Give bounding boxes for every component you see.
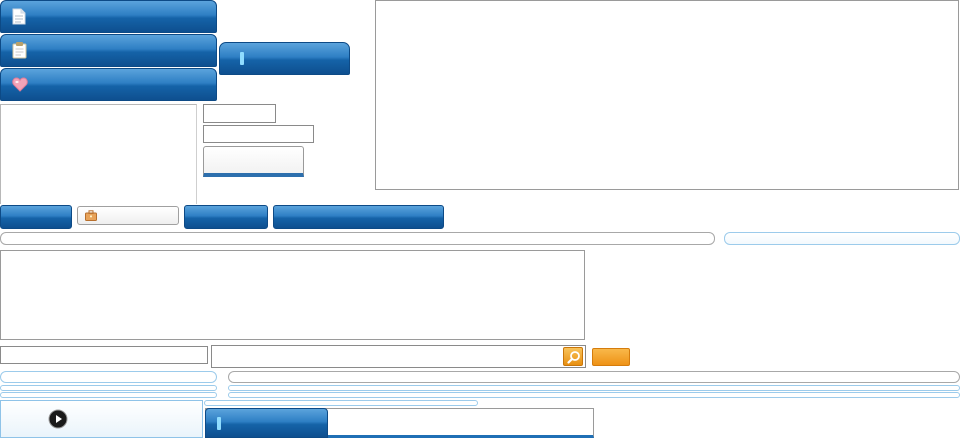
briefcase-icon [85, 210, 97, 224]
small-text-field[interactable] [203, 104, 276, 123]
long-bar [0, 232, 715, 245]
clipboard-icon [12, 41, 27, 62]
side-bar [724, 232, 960, 245]
filter-bar-right-3 [228, 392, 960, 398]
filter-bar-left-3 [0, 392, 217, 398]
briefcase-button[interactable] [77, 206, 179, 225]
thin-strip [204, 400, 478, 406]
player-box[interactable] [0, 400, 203, 438]
side-tab-button[interactable] [219, 42, 350, 75]
toolbar-button-1[interactable] [0, 205, 72, 229]
left-search-field[interactable] [0, 346, 208, 364]
content-panel [375, 0, 959, 190]
filter-bar-right-2 [228, 385, 960, 391]
bottom-tab-active[interactable] [205, 408, 328, 438]
toolbar-button-3[interactable] [184, 205, 268, 229]
go-button[interactable] [592, 348, 630, 366]
filter-bar-left-2 [0, 385, 217, 391]
form-submit-button[interactable] [203, 146, 304, 177]
bottom-tab-inactive[interactable] [330, 410, 592, 434]
search-input[interactable] [211, 345, 586, 368]
document-icon [12, 8, 26, 28]
search-icon [567, 350, 581, 367]
medium-text-field[interactable] [203, 125, 314, 143]
menu-item-favorites[interactable] [0, 68, 217, 101]
menu-item-clipboard[interactable] [0, 34, 217, 67]
search-button[interactable] [563, 347, 583, 366]
tab-indicator [240, 52, 244, 65]
play-icon[interactable] [48, 409, 68, 432]
filter-bar-left-1 [0, 371, 217, 383]
toolbar-button-4[interactable] [273, 205, 444, 229]
tab-indicator [217, 417, 221, 430]
text-area-panel [0, 250, 585, 340]
heart-icon [12, 77, 28, 95]
menu-item-documents[interactable] [0, 0, 217, 33]
filter-bar-right-1 [228, 371, 960, 383]
preview-panel [0, 104, 197, 204]
